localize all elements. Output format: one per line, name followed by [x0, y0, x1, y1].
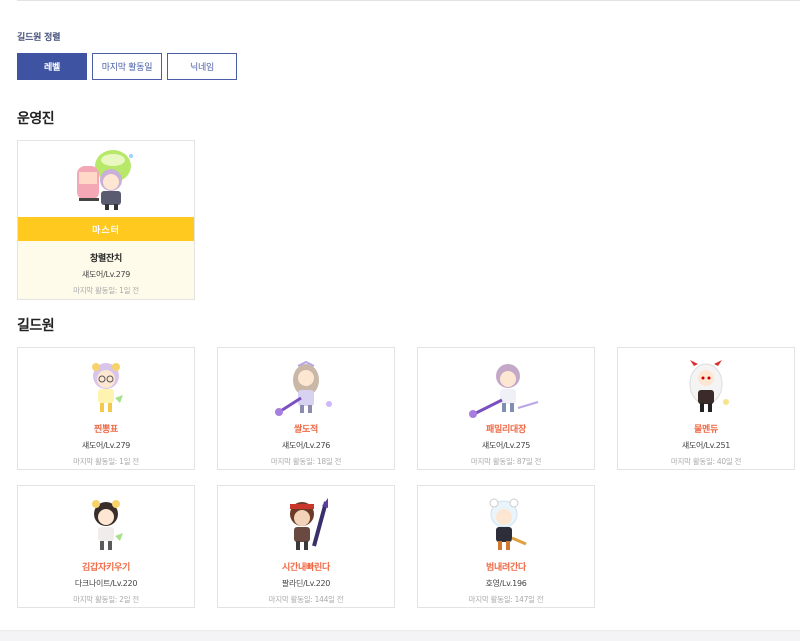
character-avatar-icon: [77, 150, 133, 210]
member-job-level: 섀도어/Lv.275: [481, 441, 531, 450]
member-job-level: 섀도어/Lv.276: [281, 441, 331, 450]
members-section-title: 길드원: [17, 318, 55, 334]
sort-label: 길드원 정렬: [17, 33, 61, 43]
member-name: 물멘듀: [694, 425, 718, 435]
member-last-active: 마지막 활동일: 2일 전: [73, 595, 139, 604]
sort-button-group: 레벨 마지막 활동일 닉네임: [17, 53, 237, 80]
member-card[interactable]: 시간내빠린다 팔라딘/Lv.220 마지막 활동일: 144일 전: [217, 485, 395, 608]
member-name: 범내려간다: [486, 563, 526, 573]
sort-by-nickname-button[interactable]: 닉네임: [167, 53, 237, 80]
member-name: 김갑자키우기: [82, 563, 130, 573]
sort-by-level-button[interactable]: 레벨: [17, 53, 87, 80]
member-last-active: 마지막 활동일: 18일 전: [270, 457, 342, 466]
member-name: 창렬잔치: [90, 254, 122, 264]
member-last-active: 마지막 활동일: 147일 전: [468, 595, 544, 604]
member-avatar: [18, 486, 194, 556]
member-avatar: [618, 348, 794, 418]
bottom-divider: [0, 630, 800, 641]
member-card[interactable]: 패밀리대장 섀도어/Lv.275 마지막 활동일: 87일 전: [417, 347, 595, 470]
sort-by-last-active-button[interactable]: 마지막 활동일: [92, 53, 162, 80]
master-badge: 마스터: [18, 217, 194, 241]
member-avatar: [18, 348, 194, 418]
member-job-level: 섀도어/Lv.279: [81, 270, 131, 279]
member-job-level: 호영/Lv.196: [485, 579, 527, 588]
member-job-level: 팔라딘/Lv.220: [281, 579, 331, 588]
member-last-active: 마지막 활동일: 144일 전: [268, 595, 344, 604]
staff-section-title: 운영진: [17, 111, 55, 127]
character-avatar-icon: [275, 360, 332, 416]
member-avatar: [218, 348, 394, 418]
master-avatar: [18, 141, 194, 217]
member-card[interactable]: 쌀도적 섀도어/Lv.276 마지막 활동일: 18일 전: [217, 347, 395, 470]
member-last-active: 마지막 활동일: 40일 전: [670, 457, 742, 466]
member-avatar: [418, 348, 594, 418]
member-job-level: 섀도어/Lv.251: [681, 441, 731, 450]
member-name: 패밀리대장: [486, 425, 526, 435]
master-card[interactable]: 마스터 창렬잔치 섀도어/Lv.279 마지막 활동일: 1일 전: [17, 140, 195, 300]
top-divider: [17, 0, 800, 1]
character-avatar-icon: [469, 364, 539, 418]
member-name: 시간내빠린다: [282, 563, 330, 573]
member-last-active: 마지막 활동일: 1일 전: [73, 457, 139, 466]
character-avatar-icon: [92, 500, 123, 550]
member-card[interactable]: 범내려간다 호영/Lv.196 마지막 활동일: 147일 전: [417, 485, 595, 608]
member-last-active: 마지막 활동일: 87일 전: [470, 457, 542, 466]
member-last-active: 마지막 활동일: 1일 전: [73, 286, 139, 295]
member-name: 쌀도적: [294, 425, 318, 435]
character-avatar-icon: [689, 360, 729, 412]
member-card[interactable]: 김갑자키우기 다크나이트/Lv.220 마지막 활동일: 2일 전: [17, 485, 195, 608]
member-avatar: [418, 486, 594, 556]
member-card[interactable]: 물멘듀 섀도어/Lv.251 마지막 활동일: 40일 전: [617, 347, 795, 470]
character-avatar-icon: [92, 363, 123, 412]
member-job-level: 다크나이트/Lv.220: [74, 579, 138, 588]
member-avatar: [218, 486, 394, 556]
member-name: 찐뽕표: [94, 425, 118, 435]
character-avatar-icon: [489, 498, 527, 550]
member-job-level: 섀도어/Lv.279: [81, 441, 131, 450]
member-card[interactable]: 찐뽕표 섀도어/Lv.279 마지막 활동일: 1일 전: [17, 347, 195, 470]
character-avatar-icon: [290, 498, 328, 550]
